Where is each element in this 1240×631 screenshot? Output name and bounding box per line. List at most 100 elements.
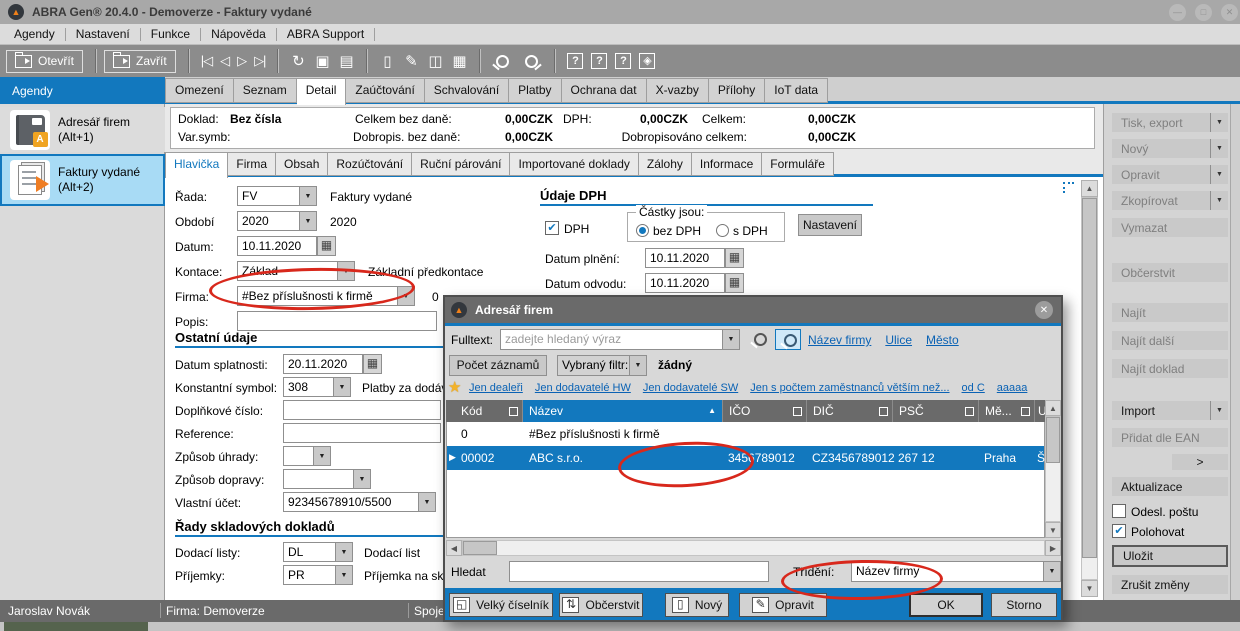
- najit-doklad-button[interactable]: Najít doklad: [1112, 359, 1228, 378]
- subtab-zalohy[interactable]: Zálohy: [639, 152, 692, 176]
- expand-button[interactable]: >: [1172, 454, 1228, 470]
- dialog-novy-button[interactable]: ▯Nový: [665, 593, 729, 617]
- menu-nastaveni[interactable]: Nastavení: [66, 25, 140, 43]
- dropdown-arrow-icon[interactable]: [1210, 401, 1228, 420]
- pridat-dle-ean-button[interactable]: Přidat dle EAN: [1112, 428, 1228, 447]
- table-hscrollbar-thumb[interactable]: [463, 541, 497, 555]
- column-header-psc[interactable]: PSČ: [893, 400, 979, 422]
- quick-filter-aaaaa[interactable]: aaaaa: [997, 382, 1028, 394]
- dropdown-arrow-icon[interactable]: [1210, 191, 1228, 210]
- sidebar-item-faktury-vydane[interactable]: Faktury vydané (Alt+2): [0, 154, 165, 206]
- tab-x-vazby[interactable]: X-vazby: [647, 78, 709, 103]
- tab-iot-data[interactable]: IoT data: [765, 78, 828, 103]
- subtab-informace[interactable]: Informace: [692, 152, 762, 176]
- doprava-combo[interactable]: [283, 469, 371, 489]
- dropdown-arrow-icon[interactable]: [353, 470, 370, 488]
- dialog-obcerstvit-button[interactable]: ⇅Občerstvit: [559, 593, 643, 617]
- dl-combo[interactable]: DL: [283, 542, 353, 562]
- column-header-ico[interactable]: IČO: [723, 400, 807, 422]
- tab-zauctovani[interactable]: Zaúčtování: [346, 78, 424, 103]
- tab-omezeni[interactable]: Omezení: [165, 78, 234, 103]
- dropdown-arrow-icon[interactable]: [418, 493, 435, 511]
- obdobi-combo[interactable]: 2020: [237, 211, 317, 231]
- subtab-hlavicka[interactable]: Hlavička: [165, 152, 228, 178]
- odesl-postu-checkbox[interactable]: [1112, 504, 1126, 518]
- column-header-mesto[interactable]: Mě...: [979, 400, 1035, 422]
- subtab-firma[interactable]: Firma: [228, 152, 276, 176]
- edit-record-icon[interactable]: ✎: [399, 52, 423, 70]
- quick-filter-dodavatele-sw[interactable]: Jen dodavatelé SW: [643, 382, 738, 394]
- calendar-icon[interactable]: [363, 354, 382, 374]
- subtab-rozuctovani[interactable]: Rozúčtování: [328, 152, 412, 176]
- calendar-icon[interactable]: [317, 236, 336, 256]
- fulltext-search-icon[interactable]: [754, 333, 767, 346]
- print-icon[interactable]: ▤: [334, 52, 358, 70]
- fulltext-advanced-search-icon[interactable]: [775, 329, 801, 350]
- menu-funkce[interactable]: Funkce: [141, 25, 200, 43]
- search-next-icon[interactable]: [525, 55, 538, 68]
- quick-filter-jen-dealeri[interactable]: Jen dealeři: [469, 382, 523, 394]
- aktualizace-button[interactable]: Aktualizace: [1112, 477, 1228, 496]
- dropdown-arrow-icon[interactable]: [1210, 165, 1228, 184]
- obcerstvit-button[interactable]: Občerstvit: [1112, 263, 1228, 282]
- column-header-ulice[interactable]: U: [1035, 400, 1045, 422]
- maximize-icon[interactable]: □: [1195, 4, 1212, 21]
- menu-agendy[interactable]: Agendy: [4, 25, 65, 43]
- dph-checkbox[interactable]: [545, 221, 559, 235]
- scroll-up-icon[interactable]: ▲: [1045, 400, 1061, 416]
- ks-combo[interactable]: 308: [283, 377, 351, 397]
- tab-seznam[interactable]: Seznam: [234, 78, 297, 103]
- datum-plneni-field[interactable]: 10.11.2020: [645, 248, 725, 268]
- scroll-right-icon[interactable]: ▶: [1045, 540, 1061, 556]
- next-record-icon[interactable]: ▷: [233, 53, 250, 69]
- scroll-left-icon[interactable]: ◀: [446, 540, 462, 556]
- column-header-kod[interactable]: Kód: [446, 400, 523, 422]
- novy-button[interactable]: Nový: [1112, 139, 1228, 158]
- ulozit-button[interactable]: Uložit: [1112, 545, 1228, 567]
- dropdown-arrow-icon[interactable]: [299, 187, 316, 205]
- splatnost-field[interactable]: 20.11.2020: [283, 354, 363, 374]
- form-scrollbar-thumb[interactable]: [1082, 198, 1097, 558]
- pr-combo[interactable]: PR: [283, 565, 353, 585]
- dropdown-arrow-icon[interactable]: [1210, 113, 1228, 132]
- scroll-down-icon[interactable]: ▼: [1045, 522, 1061, 538]
- quick-filter-pocet-zamestnancu[interactable]: Jen s počtem zaměstnanců větším než...: [750, 382, 949, 394]
- tab-ochrana-dat[interactable]: Ochrana dat: [562, 78, 647, 103]
- najit-dalsi-button[interactable]: Najít další: [1112, 331, 1228, 350]
- help-icon[interactable]: ?: [567, 53, 583, 69]
- subtab-formulare[interactable]: Formuláře: [762, 152, 834, 176]
- pocet-zaznamu-button[interactable]: Počet záznamů: [449, 355, 547, 376]
- close-icon[interactable]: ✕: [1221, 4, 1238, 21]
- favorite-filter-star-icon[interactable]: ★: [448, 378, 461, 396]
- link-mesto[interactable]: Město: [926, 333, 959, 347]
- uhrada-combo[interactable]: [283, 446, 331, 466]
- dropdown-arrow-icon[interactable]: [333, 378, 350, 396]
- dropdown-arrow-icon[interactable]: [335, 543, 352, 561]
- polohovat-checkbox[interactable]: [1112, 524, 1126, 538]
- ucet-combo[interactable]: 92345678910/5500: [283, 492, 436, 512]
- scroll-up-icon[interactable]: ▲: [1081, 180, 1098, 197]
- menu-abra-support[interactable]: ABRA Support: [277, 25, 374, 43]
- search-icon[interactable]: [496, 55, 509, 68]
- subtab-rucni-parovani[interactable]: Ruční párování: [412, 152, 510, 176]
- pane-resize-handle[interactable]: [1063, 182, 1074, 193]
- column-header-dic[interactable]: DIČ: [807, 400, 893, 422]
- table-hscrollbar[interactable]: [462, 540, 1045, 556]
- dropdown-arrow-icon[interactable]: [335, 566, 352, 584]
- about-icon[interactable]: ◈: [639, 53, 655, 69]
- popis-field[interactable]: [237, 311, 437, 331]
- dropdown-arrow-icon[interactable]: [1043, 562, 1060, 581]
- refresh-record-icon[interactable]: ↻: [286, 52, 310, 70]
- nastaveni-button[interactable]: Nastavení: [798, 214, 862, 236]
- open-button[interactable]: Otevřít: [6, 50, 83, 73]
- copy-record-icon[interactable]: ◫: [423, 52, 447, 70]
- bez-dph-radio[interactable]: [636, 224, 649, 237]
- preview-icon[interactable]: ▣: [310, 52, 334, 70]
- calendar-icon[interactable]: [725, 248, 744, 268]
- ok-button[interactable]: OK: [909, 593, 983, 617]
- reference-field[interactable]: [283, 423, 441, 443]
- close-agenda-button[interactable]: Zavřít: [104, 50, 176, 73]
- link-ulice[interactable]: Ulice: [885, 333, 912, 347]
- last-record-icon[interactable]: ▷|: [250, 53, 269, 69]
- tab-schvalovani[interactable]: Schvalování: [425, 78, 509, 103]
